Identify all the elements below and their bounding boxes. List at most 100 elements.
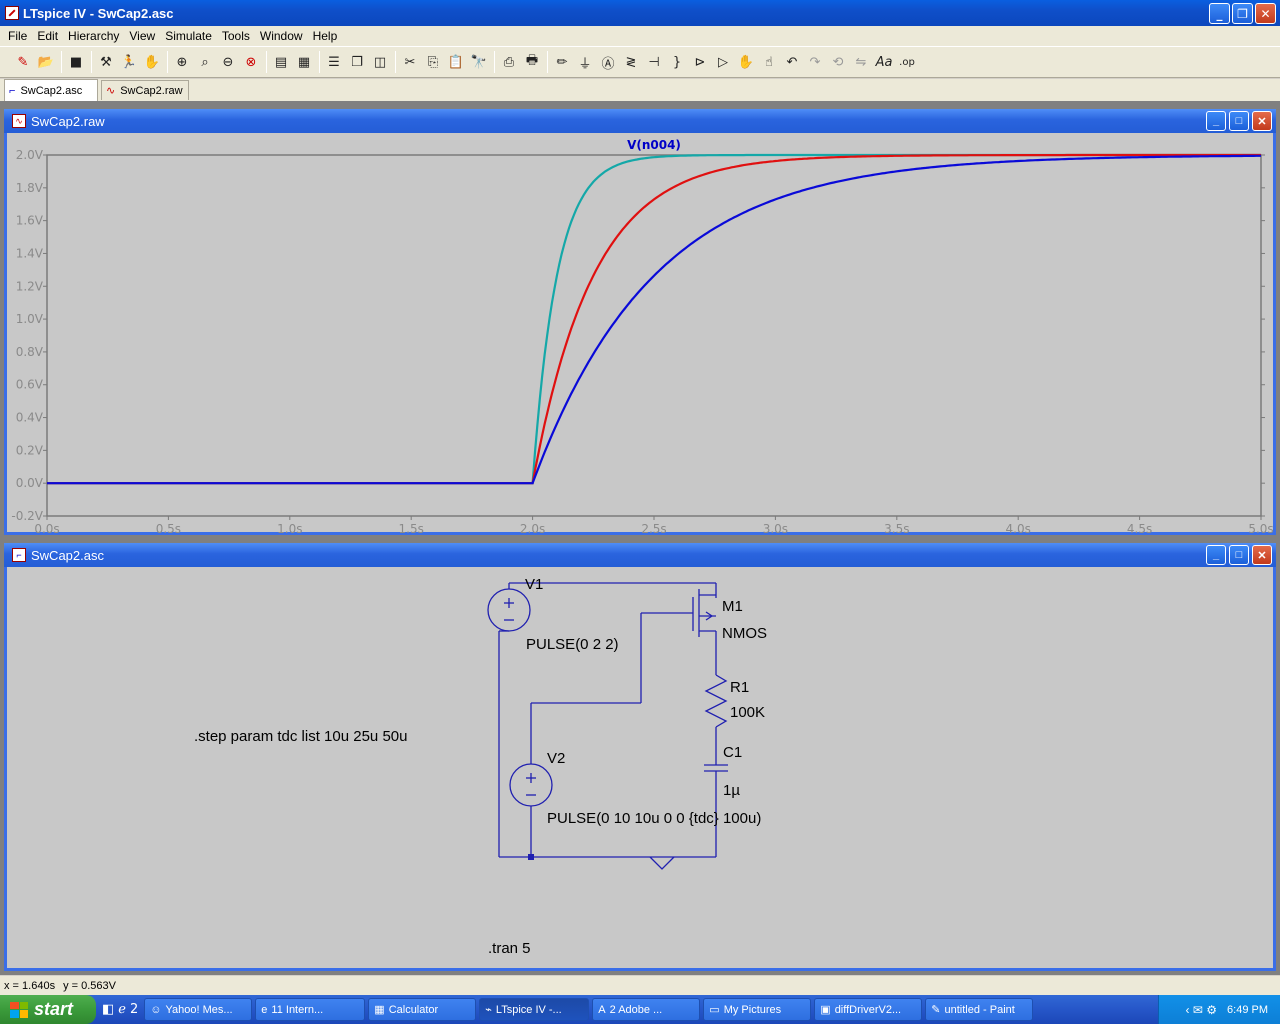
plot-minimize-button[interactable]: _ — [1206, 111, 1226, 131]
quick-launch-more-icon[interactable]: 2 — [130, 1002, 138, 1017]
close-button[interactable]: ✕ — [1255, 3, 1276, 24]
trace-1 — [47, 153, 1261, 485]
r1-resistor-symbol[interactable] — [704, 674, 728, 728]
print-icon[interactable]: 🖶 — [521, 51, 543, 73]
paste-icon[interactable]: 📋 — [445, 51, 467, 73]
mirror-icon[interactable]: ⇋ — [850, 51, 872, 73]
show-desktop-icon[interactable]: ◧ — [102, 1002, 114, 1017]
step-directive[interactable]: .step param tdc list 10u 25u 50u — [194, 728, 407, 745]
tran-directive[interactable]: .tran 5 — [488, 940, 531, 957]
run-icon[interactable]: 🏃 — [118, 51, 140, 73]
trace-label[interactable]: V(n004) — [627, 138, 681, 152]
component-icon[interactable]: ▷ — [712, 51, 734, 73]
schematic-drawing[interactable]: V1 PULSE(0 2 2) M1 NMOS R1 100K C1 1µ V2… — [7, 567, 1273, 971]
resistor-icon[interactable]: ≷ — [620, 51, 642, 73]
menu-file[interactable]: File — [3, 29, 32, 43]
schematic-close-button[interactable]: ✕ — [1252, 545, 1272, 565]
menu-help[interactable]: Help — [308, 29, 343, 43]
v2-label[interactable]: V2 — [547, 750, 565, 767]
autorange-icon[interactable]: ▤ — [270, 51, 292, 73]
v2-source-symbol[interactable] — [509, 763, 553, 807]
taskbar-item-ltspice[interactable]: ⌁ LTspice IV -... — [479, 998, 590, 1021]
v2-value[interactable]: PULSE(0 10 10u 0 0 {tdc} 100u) — [547, 810, 761, 827]
v1-label[interactable]: V1 — [525, 576, 543, 593]
taskbar-item-internet[interactable]: e 11 Intern... — [255, 998, 366, 1021]
spice-directive-icon[interactable]: .op — [896, 51, 918, 73]
plot-maximize-button[interactable]: □ — [1229, 111, 1249, 131]
taskbar-item-paint[interactable]: ✎ untitled - Paint — [925, 998, 1034, 1021]
taskbar-item-adobe[interactable]: A2 Adobe ... — [592, 998, 701, 1021]
drag-icon[interactable]: ☝ — [758, 51, 780, 73]
ground-icon[interactable]: ⏚ — [574, 51, 596, 73]
internet-explorer-icon[interactable]: ℯ — [118, 1002, 126, 1017]
taskbar-item-yahoo[interactable]: ☺ Yahoo! Mes... — [144, 998, 253, 1021]
print-setup-icon[interactable]: ⎙ — [498, 51, 520, 73]
cut-icon[interactable]: ✂ — [399, 51, 421, 73]
copy-icon[interactable]: ⎘ — [422, 51, 444, 73]
rotate-icon[interactable]: ⟲ — [827, 51, 849, 73]
taskbar-item-calculator[interactable]: ▦ Calculator — [368, 998, 477, 1021]
taskbar-item-label: diffDriverV2... — [834, 1003, 902, 1016]
tile-horizontal-icon[interactable]: ☰ — [323, 51, 345, 73]
diode-icon[interactable]: ⊳ — [689, 51, 711, 73]
cascade-icon[interactable]: ❐ — [346, 51, 368, 73]
text-icon[interactable]: Aa — [873, 51, 895, 73]
open-icon[interactable]: 📂 — [35, 51, 57, 73]
tray-icons[interactable]: ‹ ✉ ⚙ — [1186, 1003, 1217, 1017]
menu-simulate[interactable]: Simulate — [160, 29, 217, 43]
c1-value[interactable]: 1µ — [723, 782, 740, 799]
schematic-minimize-button[interactable]: _ — [1206, 545, 1226, 565]
inductor-icon[interactable]: } — [666, 51, 688, 73]
move-icon[interactable]: ✋ — [735, 51, 757, 73]
schematic-canvas[interactable]: V1 PULSE(0 2 2) M1 NMOS R1 100K C1 1µ V2… — [7, 567, 1273, 968]
v1-source-symbol[interactable] — [487, 588, 531, 632]
menu-edit[interactable]: Edit — [32, 29, 63, 43]
redo-icon[interactable]: ↷ — [804, 51, 826, 73]
find-icon[interactable]: 🔭 — [468, 51, 490, 73]
m1-model[interactable]: NMOS — [722, 625, 767, 642]
m1-label[interactable]: M1 — [722, 598, 743, 615]
schematic-icon: ⌐ — [12, 548, 26, 562]
minimize-button[interactable]: _ — [1209, 3, 1230, 24]
y-tick-label: 1.6V — [16, 214, 44, 228]
clock[interactable]: 6:49 PM — [1227, 1004, 1268, 1016]
label-icon[interactable]: Ⓐ — [597, 51, 619, 73]
new-schematic-icon[interactable]: ✎ — [12, 51, 34, 73]
plot-area[interactable]: -0.2V 0.0V 0.2V 0.4V 0.6V 0.8V 1.0V 1.2V 1.4V 1.6… — [7, 133, 1273, 535]
v1-value[interactable]: PULSE(0 2 2) — [526, 636, 619, 653]
maximize-button[interactable]: ❐ — [1232, 3, 1253, 24]
save-icon[interactable]: ■ — [65, 51, 87, 73]
x-tick-label: 0.5s — [156, 522, 181, 535]
pan-icon[interactable]: ✋ — [141, 51, 163, 73]
schematic-maximize-button[interactable]: □ — [1229, 545, 1249, 565]
waveform-plot[interactable]: -0.2V 0.0V 0.2V 0.4V 0.6V 0.8V 1.0V 1.2V 1.4V 1.6… — [7, 133, 1273, 535]
capacitor-icon[interactable]: ⊣ — [643, 51, 665, 73]
zoom-cancel-icon[interactable]: ⊗ — [240, 51, 262, 73]
c1-label[interactable]: C1 — [723, 744, 742, 761]
cursor-x-readout: x = 1.640s — [4, 979, 56, 992]
zoom-fit-icon[interactable]: ⌕ — [194, 51, 216, 73]
ltspice-icon: ⌁ — [485, 1004, 492, 1016]
schematic-window-titlebar[interactable]: ⌐ SwCap2.asc _ □ ✕ — [4, 543, 1276, 567]
menu-hierarchy[interactable]: Hierarchy — [63, 29, 124, 43]
start-button[interactable]: start — [0, 995, 96, 1024]
zoom-out-icon[interactable]: ⊖ — [217, 51, 239, 73]
menu-view[interactable]: View — [124, 29, 160, 43]
menu-tools[interactable]: Tools — [217, 29, 255, 43]
tile-vertical-icon[interactable]: ◫ — [369, 51, 391, 73]
plot-window-titlebar[interactable]: ∿ SwCap2.raw _ □ ✕ — [4, 109, 1276, 133]
undo-icon[interactable]: ↶ — [781, 51, 803, 73]
tab-swcap2-asc[interactable]: ⌐ SwCap2.asc — [4, 79, 98, 101]
plot-close-button[interactable]: ✕ — [1252, 111, 1272, 131]
r1-label[interactable]: R1 — [730, 679, 749, 696]
r1-value[interactable]: 100K — [730, 704, 765, 721]
taskbar-item-diffdriver[interactable]: ▣ diffDriverV2... — [814, 998, 923, 1021]
taskbar-item-my-pictures[interactable]: ▭ My Pictures — [703, 998, 812, 1021]
control-panel-icon[interactable]: ⚒ — [95, 51, 117, 73]
tab-swcap2-raw[interactable]: ∿ SwCap2.raw — [101, 80, 189, 100]
menu-window[interactable]: Window — [255, 29, 308, 43]
zoom-in-icon[interactable]: ⊕ — [171, 51, 193, 73]
window-title: LTspice IV - SwCap2.asc — [23, 5, 174, 21]
grid-icon[interactable]: ▦ — [293, 51, 315, 73]
wire-icon[interactable]: ✏ — [551, 51, 573, 73]
